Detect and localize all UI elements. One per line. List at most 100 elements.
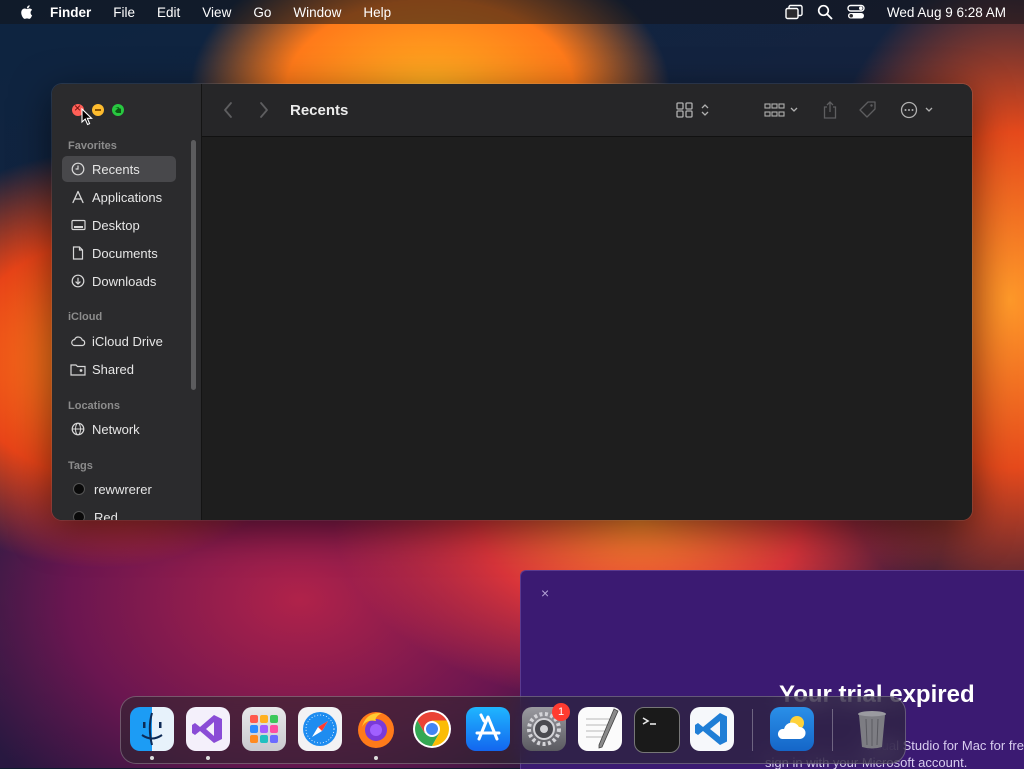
sidebar-item-label: rewwrerer [94, 481, 152, 497]
document-icon [70, 245, 86, 261]
finder-toolbar: Recents [202, 84, 972, 137]
dock-separator [832, 709, 833, 751]
view-mode-button[interactable] [676, 84, 712, 136]
finder-content-area[interactable] [202, 137, 972, 520]
sidebar-item-label: iCloud Drive [92, 333, 163, 349]
group-icon [764, 103, 798, 117]
window-title: Recents [290, 101, 349, 119]
dock-safari[interactable] [298, 707, 342, 751]
minimize-window-button[interactable] [92, 104, 104, 116]
vscode-icon [695, 713, 727, 745]
mouse-pointer-icon [81, 108, 93, 126]
sidebar-item-documents[interactable]: Documents [62, 240, 176, 266]
sidebar-section-tags: Tags [68, 460, 93, 472]
share-icon [823, 101, 837, 119]
dock: 1 [120, 696, 906, 764]
more-actions-icon [900, 101, 933, 119]
screen-mirroring-icon[interactable] [785, 4, 803, 20]
dock-app-store[interactable] [466, 707, 510, 751]
visual-studio-icon [192, 715, 222, 743]
sidebar-item-downloads[interactable]: Downloads [62, 268, 176, 294]
apple-logo-icon[interactable] [18, 3, 36, 21]
menu-app-finder[interactable]: Finder [50, 5, 91, 20]
dock-finder[interactable] [130, 707, 174, 751]
running-indicator [374, 756, 378, 760]
finder-face-icon [141, 712, 163, 746]
dock-trash[interactable] [850, 707, 894, 751]
forward-button[interactable] [258, 84, 270, 136]
sidebar-item-label: Network [92, 421, 140, 437]
sidebar-section-favorites: Favorites [68, 140, 117, 152]
sidebar-item-recents[interactable]: Recents [62, 156, 176, 182]
sidebar-item-label: Downloads [92, 273, 157, 289]
close-dialog-button[interactable]: × [541, 585, 549, 601]
sidebar-item-label: Documents [92, 245, 158, 261]
control-center-icon[interactable] [847, 4, 865, 20]
sidebar-item-label: Red [94, 509, 118, 521]
tag-button[interactable] [858, 84, 878, 136]
shared-folder-icon [70, 361, 86, 377]
menu-bar-clock[interactable]: Wed Aug 9 6:28 AM [887, 5, 1006, 20]
sidebar-item-applications[interactable]: Applications [62, 184, 176, 210]
dock-system-settings[interactable]: 1 [522, 703, 570, 751]
chrome-icon [413, 710, 451, 748]
dock-firefox[interactable] [354, 707, 398, 751]
menu-help[interactable]: Help [363, 5, 391, 20]
dock-separator [752, 709, 753, 751]
clock-icon [70, 161, 86, 177]
app-store-icon [475, 713, 501, 741]
sidebar-item-desktop[interactable]: Desktop [62, 212, 176, 238]
running-indicator [150, 756, 154, 760]
sidebar-item-label: Desktop [92, 217, 140, 233]
sidebar-section-icloud: iCloud [68, 311, 103, 323]
window-controls [72, 101, 124, 116]
cloud-icon [70, 333, 86, 349]
globe-icon [70, 421, 86, 437]
tag-color-dot [73, 511, 85, 520]
menu-edit[interactable]: Edit [157, 5, 180, 20]
sidebar-section-locations: Locations [68, 400, 120, 412]
finder-sidebar: Favorites Recents Applications Desktop D… [52, 84, 202, 520]
menu-window[interactable]: Window [293, 5, 341, 20]
dock-visual-studio[interactable] [186, 707, 230, 751]
applications-icon [70, 189, 86, 205]
textedit-pen-icon [586, 708, 619, 749]
terminal-prompt-icon [642, 717, 656, 725]
icon-view-icon [676, 102, 709, 118]
sidebar-item-icloud-drive[interactable]: iCloud Drive [62, 328, 176, 354]
sidebar-scrollbar[interactable] [191, 140, 196, 390]
running-indicator [206, 756, 210, 760]
sidebar-item-label: Recents [92, 161, 140, 177]
dock-chrome[interactable] [410, 707, 454, 751]
dock-terminal[interactable] [634, 707, 680, 753]
downloads-icon [70, 273, 86, 289]
tag-icon [859, 101, 876, 118]
sidebar-tag-rewwrerer[interactable]: rewwrerer [62, 476, 176, 502]
maximize-window-button[interactable] [112, 104, 124, 116]
menu-bar: Finder File Edit View Go Window Help Wed… [0, 0, 1024, 24]
desktop-icon [70, 217, 86, 233]
share-button[interactable] [822, 84, 838, 136]
sidebar-item-network[interactable]: Network [62, 416, 176, 442]
dock-launchpad[interactable] [242, 707, 286, 751]
sidebar-item-label: Applications [92, 189, 163, 205]
finder-window: Favorites Recents Applications Desktop D… [52, 84, 972, 520]
notification-badge: 1 [552, 703, 570, 721]
menu-go[interactable]: Go [253, 5, 271, 20]
sidebar-item-shared[interactable]: Shared [62, 356, 176, 382]
more-actions-button[interactable] [900, 84, 936, 136]
dock-vscode[interactable] [690, 707, 734, 751]
dock-textedit[interactable] [578, 707, 622, 751]
menu-view[interactable]: View [202, 5, 231, 20]
weather-cloud-sun-icon [777, 716, 806, 739]
menu-file[interactable]: File [113, 5, 135, 20]
spotlight-search-icon[interactable] [817, 4, 833, 20]
back-button[interactable] [222, 84, 234, 136]
dock-weather[interactable] [770, 707, 814, 751]
sidebar-item-label: Shared [92, 361, 134, 377]
tag-color-dot [73, 483, 85, 495]
trash-icon [858, 711, 886, 749]
sidebar-tag-red[interactable]: Red [62, 504, 176, 520]
group-button[interactable] [764, 84, 800, 136]
firefox-icon [358, 712, 394, 748]
